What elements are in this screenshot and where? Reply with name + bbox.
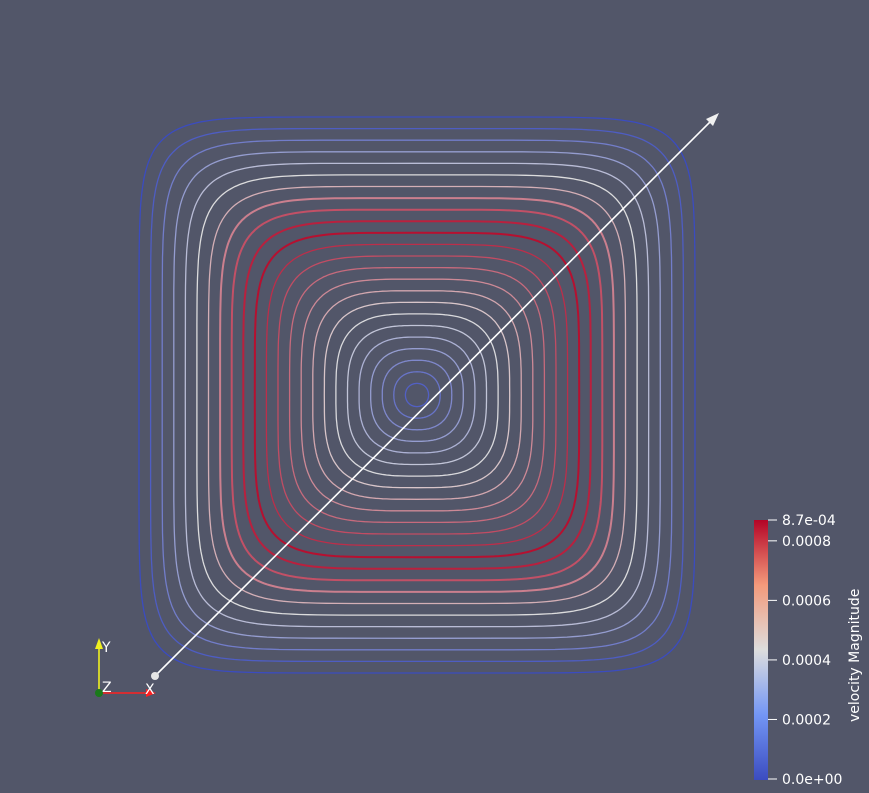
cbar-ticks: 0.0008 0.0006 0.0004 0.0002 — [768, 534, 831, 728]
cbar-title: velocity Magnitude — [847, 589, 863, 722]
streamline — [138, 116, 696, 674]
render-view[interactable]: Y Z X 8.7e-04 0.0e+00 0.0008 0.0006 0.0004… — [0, 0, 869, 793]
streamline — [381, 359, 453, 431]
streamline — [161, 139, 673, 651]
streamline — [173, 151, 661, 639]
streamline — [265, 243, 569, 547]
cbar-max-label: 8.7e-04 — [782, 513, 836, 529]
cbar-tick-label: 0.0008 — [782, 534, 831, 550]
axis-z-label: Z — [102, 680, 112, 696]
streamline — [358, 336, 476, 454]
streamlines — [138, 116, 696, 674]
cbar-tick-label: 0.0004 — [782, 653, 831, 669]
color-bar[interactable] — [754, 520, 768, 780]
streamline — [370, 348, 464, 442]
streamline — [346, 324, 488, 466]
streamline — [312, 290, 522, 500]
streamline — [288, 266, 546, 524]
cbar-tick-label: 0.0002 — [782, 712, 831, 728]
render-scene[interactable]: Y Z X 8.7e-04 0.0e+00 0.0008 0.0006 0.0004… — [0, 0, 869, 793]
streamline — [393, 371, 441, 419]
axis-x-label: X — [145, 682, 155, 698]
streamline — [196, 174, 638, 616]
streamline — [242, 220, 592, 570]
streamline — [253, 231, 581, 559]
streamline — [207, 185, 627, 605]
cbar-min-label: 0.0e+00 — [782, 772, 842, 788]
color-legend[interactable]: 8.7e-04 0.0e+00 0.0008 0.0006 0.0004 0.0002… — [754, 513, 863, 788]
probe-start-handle[interactable] — [151, 672, 159, 680]
streamline — [404, 382, 430, 408]
orientation-axes: Y Z X — [95, 638, 156, 698]
axis-y-label: Y — [101, 640, 111, 656]
streamline — [219, 197, 615, 593]
cbar-tick-label: 0.0006 — [782, 593, 831, 609]
streamline — [335, 313, 499, 477]
